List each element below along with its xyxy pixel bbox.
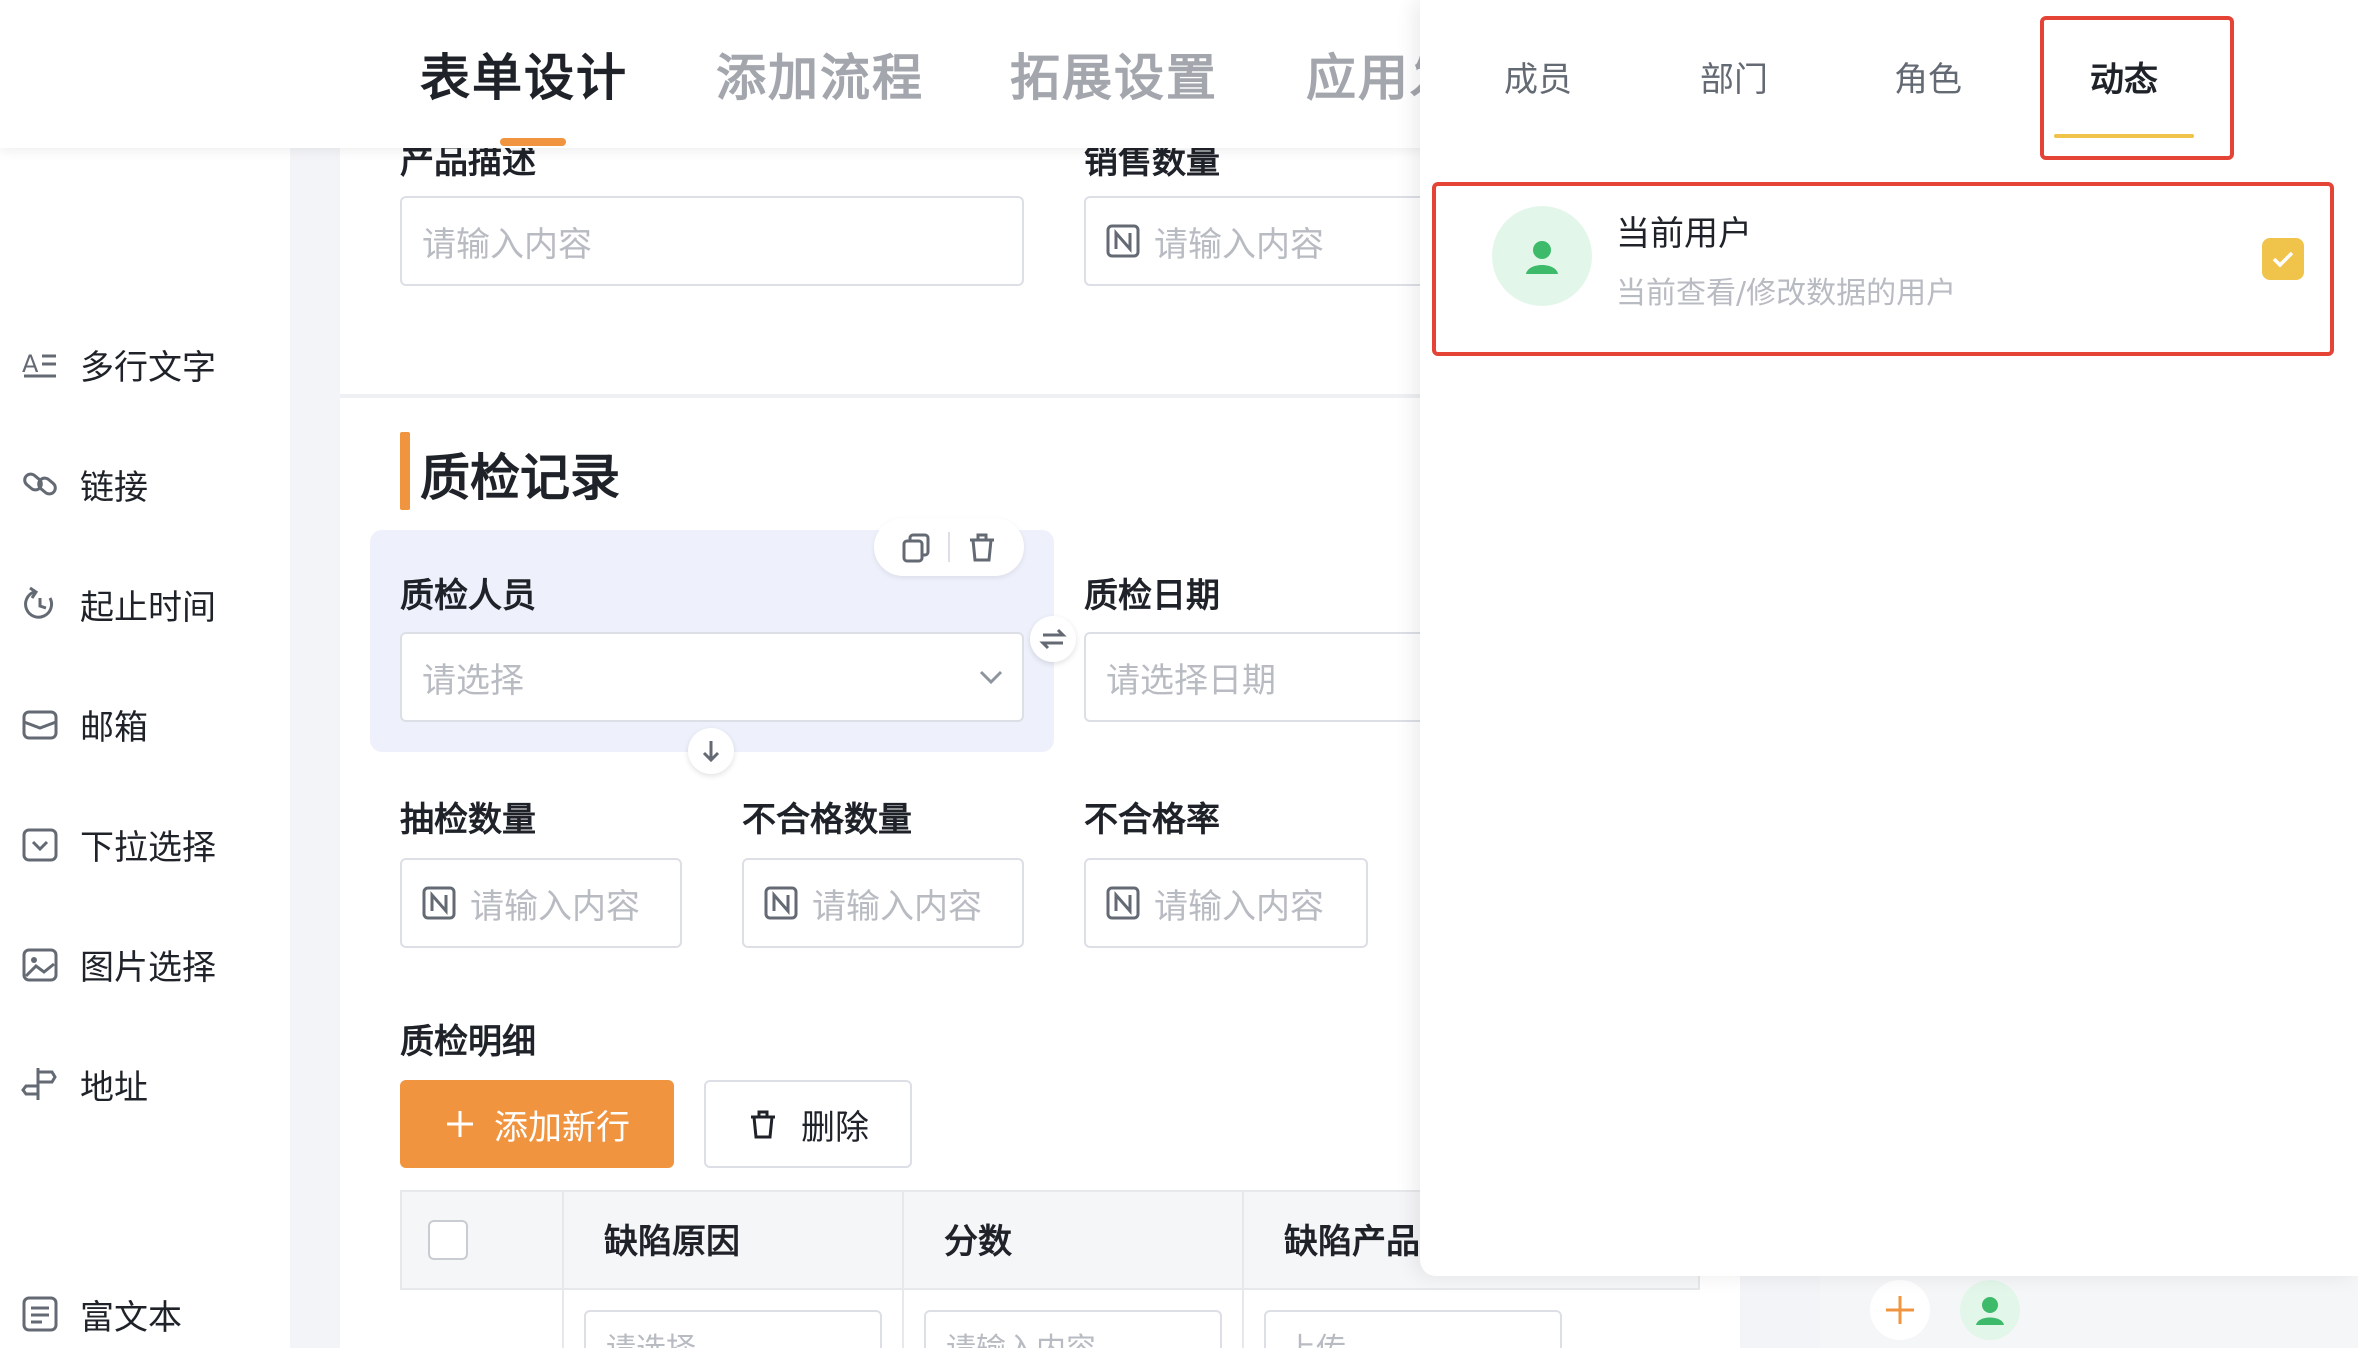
sidebar-item-label: 富文本 — [80, 1297, 182, 1338]
sidebar-item-mail[interactable]: 邮箱 — [20, 694, 148, 754]
panel-tab-departments[interactable]: 部门 — [1700, 52, 1768, 101]
product-desc-input[interactable]: 请输入内容 — [400, 196, 1024, 286]
sidebar-item-label: 多行文字 — [80, 347, 216, 388]
sidebar-item-label: 链接 — [80, 467, 148, 508]
column-separator — [1242, 1190, 1244, 1348]
input-placeholder: 请输入内容 — [470, 886, 640, 927]
highlight-box-option — [1432, 182, 2334, 356]
highlight-box-tab — [2040, 16, 2234, 160]
sidebar-item-rich-text[interactable]: 富文本 — [20, 1284, 182, 1344]
trash-icon[interactable] — [966, 531, 998, 563]
user-avatar-icon[interactable] — [1960, 1280, 2020, 1340]
sidebar-item-dropdown[interactable]: 下拉选择 — [20, 814, 216, 874]
location-icon — [21, 1068, 57, 1100]
delete-button[interactable]: 删除 — [704, 1080, 912, 1168]
button-label: 删除 — [801, 1107, 869, 1148]
input-placeholder: 请输入内容 — [1154, 886, 1324, 927]
section-title: 质检记录 — [420, 449, 620, 507]
sidebar-item-time-range[interactable]: 起止时间 — [20, 574, 216, 634]
column-header-defect-reason: 缺陷原因 — [604, 1222, 740, 1262]
number-icon — [764, 886, 798, 920]
button-label: 添加新行 — [494, 1107, 630, 1148]
rich-text-icon — [22, 1296, 58, 1332]
sidebar-item-link[interactable]: 链接 — [20, 454, 148, 514]
sidebar-item-label: 图片选择 — [80, 947, 216, 988]
tab-add-process[interactable]: 添加流程 — [716, 38, 924, 110]
number-icon — [1106, 886, 1140, 920]
trash-icon — [751, 1110, 775, 1139]
swap-icon[interactable] — [1030, 616, 1076, 662]
image-icon — [22, 948, 58, 982]
fail-qty-input[interactable]: 请输入内容 — [742, 858, 1024, 948]
inspector-select[interactable]: 请选择 — [400, 632, 1024, 722]
upload-input[interactable]: 上传 — [1264, 1310, 1562, 1348]
column-separator — [562, 1190, 564, 1348]
tab-form-design[interactable]: 表单设计 — [420, 38, 628, 110]
sidebar-item-multiline-text[interactable]: A 多行文字 — [20, 334, 216, 394]
sample-qty-input[interactable]: 请输入内容 — [400, 858, 682, 948]
pill-divider — [948, 532, 950, 562]
field-label-fail-qty: 不合格数量 — [742, 800, 912, 840]
panel-tab-members[interactable]: 成员 — [1504, 52, 1572, 101]
add-row-button[interactable]: 添加新行 — [400, 1080, 674, 1168]
number-icon — [422, 886, 456, 920]
arrow-down-icon[interactable] — [688, 728, 734, 774]
column-header-defect-product: 缺陷产品 — [1284, 1222, 1420, 1262]
field-label-sample-qty: 抽检数量 — [400, 800, 536, 840]
sidebar-item-label: 邮箱 — [80, 707, 148, 748]
sidebar-item-label: 地址 — [80, 1067, 148, 1108]
multiline-text-icon: A — [22, 350, 56, 378]
input-placeholder: 请输入内容 — [1154, 224, 1324, 265]
add-icon[interactable] — [1870, 1280, 1930, 1340]
tab-extend-settings[interactable]: 拓展设置 — [1010, 38, 1218, 110]
score-input[interactable]: 请输入内容 — [924, 1310, 1222, 1348]
sidebar-item-label: 起止时间 — [80, 587, 216, 628]
field-label-date: 质检日期 — [1084, 576, 1220, 616]
column-separator — [902, 1190, 904, 1348]
active-tab-underline — [500, 138, 566, 146]
number-icon — [1106, 224, 1140, 258]
field-label-detail: 质检明细 — [400, 1022, 536, 1062]
copy-icon[interactable] — [900, 531, 932, 563]
field-action-pill — [874, 518, 1024, 576]
defect-reason-select[interactable]: 请选择 — [584, 1310, 882, 1348]
field-label-fail-rate: 不合格率 — [1084, 800, 1220, 840]
panel-tab-roles[interactable]: 角色 — [1894, 52, 1962, 101]
mail-icon — [22, 710, 58, 740]
sidebar-item-image[interactable]: 图片选择 — [20, 934, 216, 994]
fail-rate-input[interactable]: 请输入内容 — [1084, 858, 1368, 948]
chevron-down-icon — [979, 670, 1003, 685]
select-placeholder: 请选择 — [422, 660, 524, 701]
sidebar-item-label: 下拉选择 — [80, 827, 216, 868]
svg-text:A: A — [22, 350, 39, 378]
time-range-icon — [24, 586, 54, 619]
dropdown-icon — [22, 828, 58, 862]
select-all-checkbox[interactable] — [428, 1220, 468, 1260]
input-placeholder: 请输入内容 — [812, 886, 982, 927]
field-label-inspector: 质检人员 — [400, 576, 536, 616]
plus-icon — [447, 1111, 473, 1137]
section-accent-bar — [400, 432, 410, 510]
column-header-score: 分数 — [944, 1222, 1012, 1262]
sidebar-item-location[interactable]: 地址 — [20, 1054, 148, 1114]
link-icon — [23, 472, 57, 496]
